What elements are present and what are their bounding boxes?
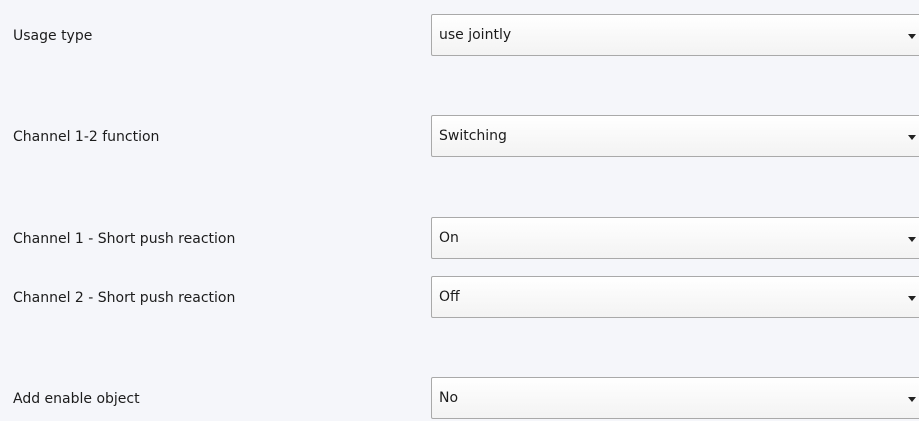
chevron-down-icon <box>908 296 916 301</box>
add-enable-object-value: No <box>439 390 459 406</box>
setting-row-channel2-short-push: Channel 2 - Short push reaction Off <box>0 276 919 320</box>
setting-row-channel-function: Channel 1-2 function Switching <box>0 115 919 159</box>
chevron-down-icon <box>908 237 916 242</box>
channel-function-value: Switching <box>439 128 507 144</box>
usage-type-label: Usage type <box>13 28 93 44</box>
channel2-short-push-value: Off <box>439 289 460 305</box>
channel1-short-push-dropdown[interactable]: On <box>431 217 919 259</box>
channel-function-dropdown[interactable]: Switching <box>431 115 919 157</box>
channel1-short-push-label: Channel 1 - Short push reaction <box>13 231 236 247</box>
setting-row-channel1-short-push: Channel 1 - Short push reaction On <box>0 217 919 261</box>
add-enable-object-dropdown[interactable]: No <box>431 377 919 419</box>
usage-type-value: use jointly <box>439 27 512 43</box>
setting-row-usage-type: Usage type use jointly <box>0 14 919 58</box>
channel1-short-push-value: On <box>439 230 459 246</box>
chevron-down-icon <box>908 135 916 140</box>
channel2-short-push-dropdown[interactable]: Off <box>431 276 919 318</box>
setting-row-add-enable-object: Add enable object No <box>0 377 919 421</box>
chevron-down-icon <box>908 34 916 39</box>
channel-function-label: Channel 1-2 function <box>13 129 160 145</box>
chevron-down-icon <box>908 397 916 402</box>
parameter-panel: Usage type use jointly Channel 1-2 funct… <box>0 0 919 421</box>
channel2-short-push-label: Channel 2 - Short push reaction <box>13 290 236 306</box>
add-enable-object-label: Add enable object <box>13 391 140 407</box>
usage-type-dropdown[interactable]: use jointly <box>431 14 919 56</box>
